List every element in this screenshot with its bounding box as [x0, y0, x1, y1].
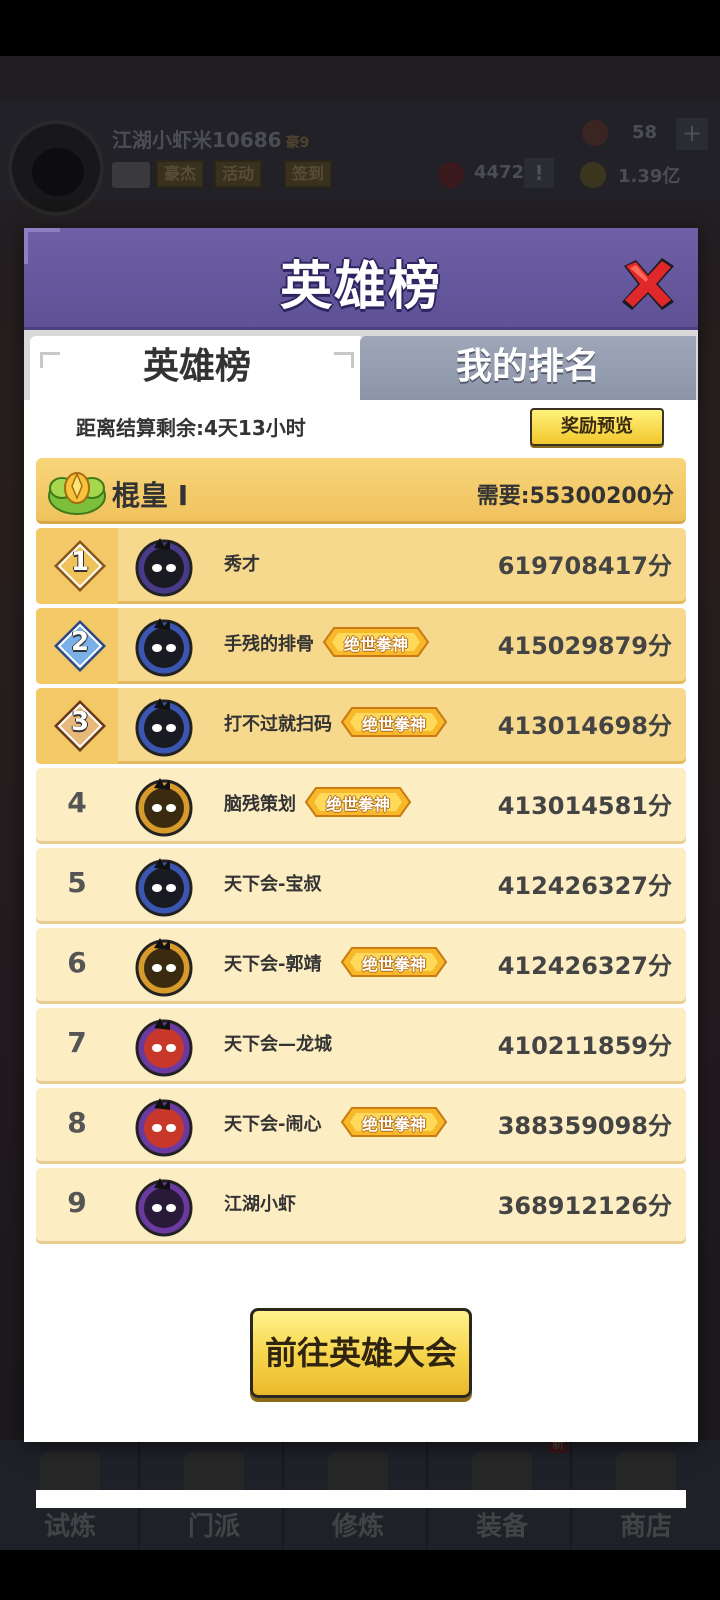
player-score: 413014698分 — [497, 712, 672, 740]
settlement-countdown: 距离结算剩余:4天13小时 — [76, 416, 306, 440]
player-name: 打不过就扫码 — [224, 714, 332, 735]
rank-number: 1 — [70, 547, 90, 577]
player-name: 江湖小虾 — [224, 1194, 296, 1215]
player-name: 秀才 — [224, 554, 260, 575]
player-avatar-icon[interactable] — [132, 1014, 196, 1078]
tab-label: 我的排名 — [455, 346, 600, 387]
title-badge-label: 绝世拳神 — [325, 795, 390, 814]
player-score: 410211859分 — [497, 1032, 672, 1060]
tab-my-rank[interactable]: 我的排名 — [360, 336, 696, 400]
ranking-row[interactable]: 2 手残的排骨 绝世拳神 415029879分 — [36, 608, 686, 684]
tab-bar: 英雄榜 我的排名 — [24, 330, 698, 400]
title-badge-label: 绝世拳神 — [361, 715, 426, 734]
ranking-row[interactable]: 9 江湖小虾 368912126分 — [36, 1168, 686, 1244]
rank-number: 3 — [70, 707, 90, 737]
rank-number: 6 — [67, 946, 87, 979]
status-bar — [0, 0, 720, 56]
player-score: 413014581分 — [497, 792, 672, 820]
rank-number: 9 — [67, 1186, 87, 1219]
rank-number: 5 — [67, 866, 87, 899]
player-score: 619708417分 — [497, 552, 672, 580]
ranking-row[interactable]: 3 打不过就扫码 绝世拳神 413014698分 — [36, 688, 686, 764]
title-badge-label: 绝世拳神 — [343, 635, 408, 654]
player-avatar-icon[interactable] — [132, 1094, 196, 1158]
rank-number: 7 — [67, 1026, 87, 1059]
player-score: 412426327分 — [497, 952, 672, 980]
player-score: 412426327分 — [497, 872, 672, 900]
player-name: 脑残策划 — [224, 794, 296, 815]
player-avatar-icon[interactable] — [132, 774, 196, 838]
rank-number: 4 — [67, 786, 87, 819]
tier-lotus-icon — [46, 462, 108, 520]
tab-hero-board[interactable]: 英雄榜 — [30, 336, 364, 400]
title-badge: 绝世拳神 — [304, 784, 412, 820]
ranking-row[interactable]: 4 脑残策划 绝世拳神 413014581分 — [36, 768, 686, 844]
title-badge: 绝世拳神 — [322, 624, 430, 660]
close-icon[interactable] — [616, 252, 680, 316]
player-avatar-icon[interactable] — [132, 694, 196, 758]
player-score: 368912126分 — [497, 1192, 672, 1220]
player-score: 415029879分 — [497, 632, 672, 660]
player-score: 388359098分 — [497, 1112, 672, 1140]
list-fade — [36, 1490, 686, 1508]
ranking-row[interactable]: 1 秀才 619708417分 — [36, 528, 686, 604]
title-badge-label: 绝世拳神 — [361, 955, 426, 974]
rank-number: 8 — [67, 1106, 87, 1139]
reward-preview-button[interactable]: 奖励预览 — [530, 408, 664, 446]
player-name: 手残的排骨 — [224, 634, 314, 655]
ranking-row[interactable]: 7 天下会—龙城 410211859分 — [36, 1008, 686, 1084]
player-avatar-icon[interactable] — [132, 854, 196, 918]
title-badge: 绝世拳神 — [340, 944, 448, 980]
tier-requirement: 需要:55300200分 — [476, 484, 674, 509]
tab-label: 英雄榜 — [142, 346, 251, 387]
player-name: 天下会-宝叔 — [224, 874, 322, 895]
title-badge: 绝世拳神 — [340, 704, 448, 740]
player-name: 天下会-闹心 — [224, 1114, 322, 1135]
dialog-header: 英雄榜 — [24, 228, 698, 330]
player-name: 天下会—龙城 — [224, 1034, 332, 1055]
leaderboard-dialog: 英雄榜 英雄榜 我的排名 距离结算剩余:4天13小时 奖励预览 棍皇 I 需要:… — [24, 228, 698, 1508]
player-avatar-icon[interactable] — [132, 534, 196, 598]
title-badge: 绝世拳神 — [340, 1104, 448, 1140]
dialog-title: 英雄榜 — [279, 257, 442, 317]
go-hero-conference-button[interactable]: 前往英雄大会 — [250, 1308, 472, 1398]
ranking-row[interactable]: 5 天下会-宝叔 412426327分 — [36, 848, 686, 924]
ranking-row[interactable]: 6 天下会-郭靖 绝世拳神 412426327分 — [36, 928, 686, 1004]
ranking-row[interactable]: 8 天下会-闹心 绝世拳神 388359098分 — [36, 1088, 686, 1164]
tier-header: 棍皇 I 需要:55300200分 — [36, 458, 686, 524]
player-avatar-icon[interactable] — [132, 614, 196, 678]
player-avatar-icon[interactable] — [132, 934, 196, 998]
player-name: 天下会-郭靖 — [224, 954, 322, 975]
player-avatar-icon[interactable] — [132, 1174, 196, 1238]
title-badge-label: 绝世拳神 — [361, 1115, 426, 1134]
tier-name: 棍皇 I — [112, 479, 189, 512]
rank-number: 2 — [70, 627, 90, 657]
